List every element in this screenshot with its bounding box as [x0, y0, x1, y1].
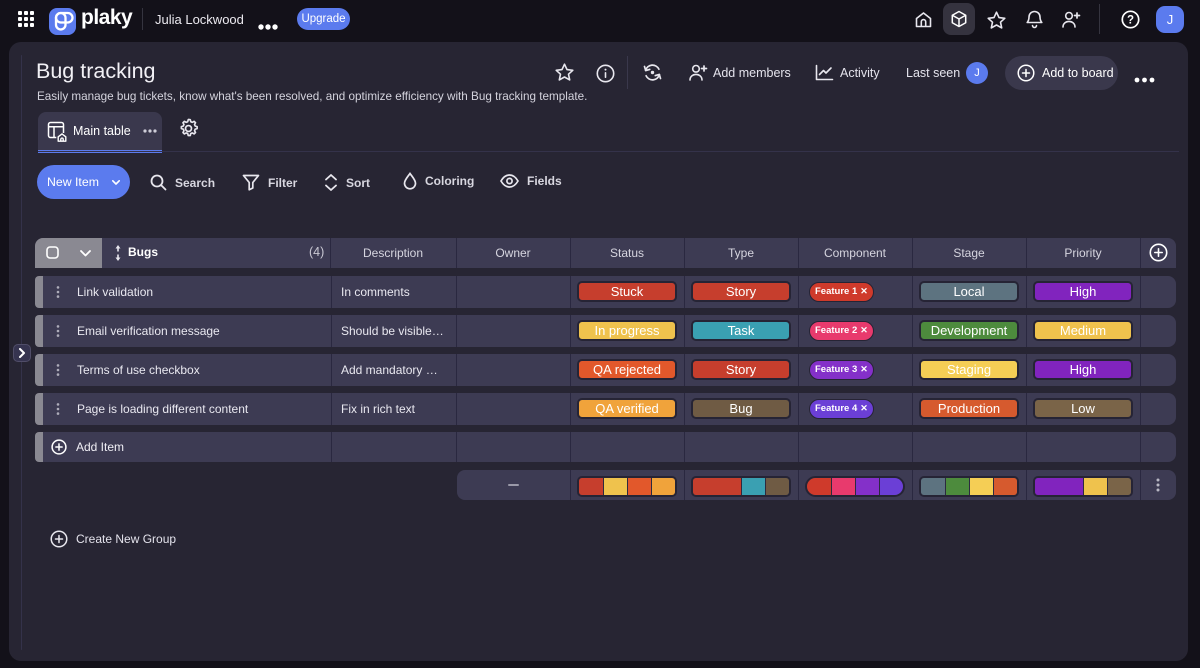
- svg-text:?: ?: [1127, 15, 1134, 27]
